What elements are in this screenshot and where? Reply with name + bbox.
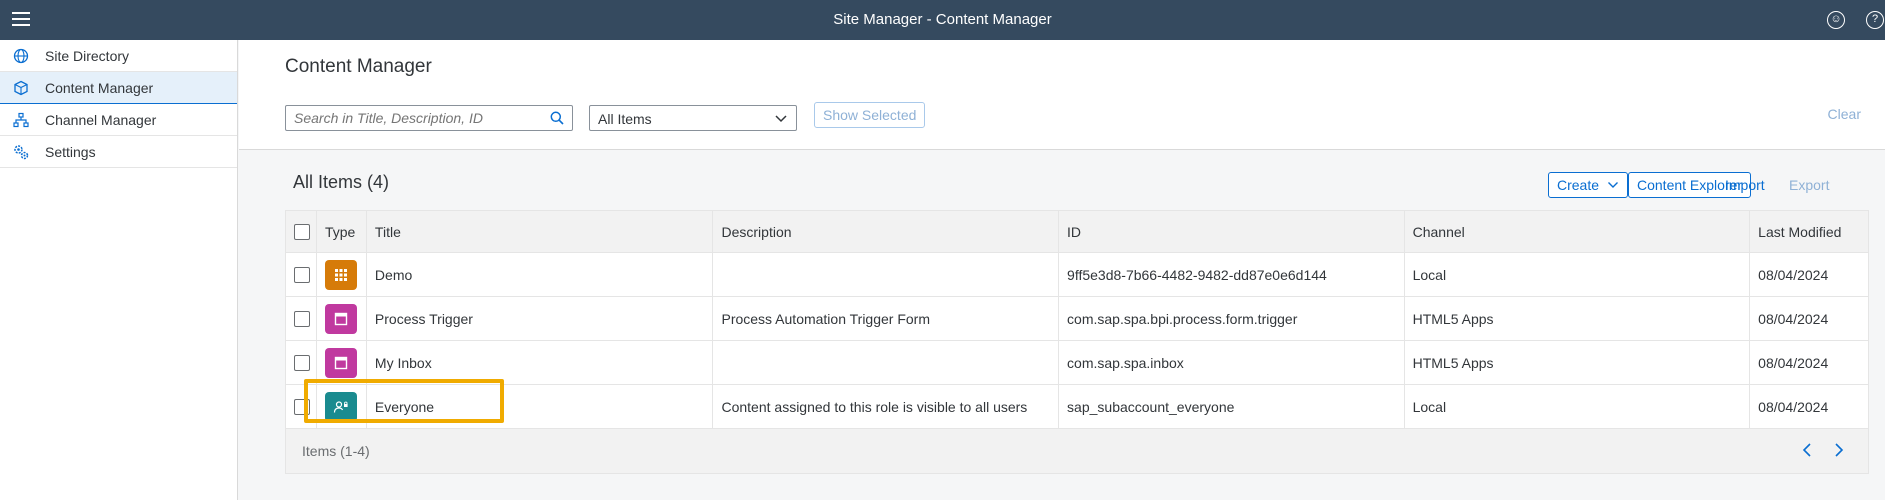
table-header-row: Type Title Description ID Channel Last M… [286, 211, 1868, 253]
row-last-modified: 08/04/2024 [1758, 266, 1829, 283]
app-grid-icon [324, 259, 357, 290]
export-button[interactable]: Export [1789, 177, 1829, 193]
row-id: com.sap.spa.inbox [1059, 341, 1405, 384]
column-header-description[interactable]: Description [713, 211, 1060, 252]
column-header-id[interactable]: ID [1059, 211, 1405, 252]
items-count: Items (1-4) [302, 443, 370, 459]
sidebar-item-channel-manager[interactable]: Channel Manager [0, 104, 237, 136]
role-icon [324, 391, 357, 422]
row-channel: HTML5 Apps [1405, 341, 1751, 384]
main-content: Content Manager All Items Show Selected … [239, 40, 1885, 500]
row-checkbox[interactable] [294, 398, 310, 415]
row-last-modified: 08/04/2024 [1758, 310, 1829, 327]
filter-header: Content Manager All Items Show Selected … [239, 40, 1885, 150]
row-channel: Local [1405, 385, 1751, 428]
row-id: 9ff5e3d8-7b66-4482-9482-dd87e0e6d144 [1059, 253, 1405, 296]
window-icon [324, 303, 357, 334]
table-footer: Items (1-4) [286, 429, 1868, 473]
import-button[interactable]: Import [1725, 177, 1765, 193]
row-title: Demo [367, 253, 714, 296]
items-table-panel: All Items (4) Create Content Explorer Im… [285, 164, 1869, 494]
column-header-last-modified[interactable]: Last Modified [1750, 211, 1868, 252]
row-checkbox[interactable] [294, 310, 310, 327]
row-title: My Inbox [367, 341, 714, 384]
side-navigation: Site Directory Content Manager Channel M… [0, 40, 238, 500]
table-row[interactable]: My Inbox com.sap.spa.inbox HTML5 Apps 08… [286, 341, 1868, 385]
chevron-left-icon[interactable] [1801, 442, 1813, 461]
column-header-type[interactable]: Type [317, 211, 367, 252]
create-label: Create [1557, 177, 1600, 193]
chevron-down-icon [774, 112, 788, 128]
help-icon[interactable]: ? [1866, 11, 1884, 29]
clear-button[interactable]: Clear [1828, 106, 1861, 122]
gears-icon [12, 143, 30, 161]
search-icon[interactable] [550, 111, 564, 130]
search-field[interactable] [285, 105, 573, 131]
select-value: All Items [598, 111, 652, 127]
table-row[interactable]: Process Trigger Process Automation Trigg… [286, 297, 1868, 341]
page-title: Content Manager [285, 56, 432, 77]
globe-icon [12, 47, 30, 65]
sidebar-item-settings[interactable]: Settings [0, 136, 237, 168]
column-header-channel[interactable]: Channel [1405, 211, 1751, 252]
table-row[interactable]: Everyone Content assigned to this role i… [286, 385, 1868, 429]
row-title: Everyone [367, 385, 714, 428]
row-id: com.sap.spa.bpi.process.form.trigger [1059, 297, 1405, 340]
row-last-modified: 08/04/2024 [1758, 354, 1829, 371]
create-button[interactable]: Create [1548, 172, 1628, 198]
row-channel: HTML5 Apps [1405, 297, 1751, 340]
row-id: sap_subaccount_everyone [1059, 385, 1405, 428]
row-last-modified: 08/04/2024 [1758, 398, 1829, 415]
search-input[interactable] [286, 106, 536, 130]
column-header-title[interactable]: Title [367, 211, 714, 252]
table-row[interactable]: Demo 9ff5e3d8-7b66-4482-9482-dd87e0e6d14… [286, 253, 1868, 297]
items-table: Type Title Description ID Channel Last M… [285, 210, 1869, 474]
row-title: Process Trigger [367, 297, 714, 340]
chevron-down-icon [1607, 182, 1618, 188]
row-description [713, 341, 1060, 384]
chevron-right-icon[interactable] [1833, 442, 1845, 461]
row-description [713, 253, 1060, 296]
sidebar-item-label: Site Directory [45, 47, 130, 64]
sidebar-item-site-directory[interactable]: Site Directory [0, 40, 237, 72]
item-filter-select[interactable]: All Items [589, 105, 797, 131]
window-icon [324, 347, 357, 378]
shell-bar: Site Manager - Content Manager ☺ ? [0, 0, 1885, 40]
table-title: All Items (4) [293, 172, 390, 192]
row-checkbox[interactable] [294, 266, 310, 283]
cube-icon [12, 79, 30, 97]
row-checkbox[interactable] [294, 354, 310, 371]
sidebar-item-content-manager[interactable]: Content Manager [0, 72, 237, 104]
sidebar-item-label: Settings [45, 143, 96, 160]
shell-title: Site Manager - Content Manager [833, 11, 1052, 28]
show-selected-button[interactable]: Show Selected [814, 102, 926, 128]
select-all-checkbox[interactable] [294, 223, 310, 240]
sidebar-item-label: Content Manager [45, 79, 154, 96]
row-description: Content assigned to this role is visible… [713, 385, 1060, 428]
row-description: Process Automation Trigger Form [713, 297, 1060, 340]
row-channel: Local [1405, 253, 1751, 296]
user-icon[interactable]: ☺ [1827, 11, 1845, 29]
hierarchy-icon [12, 111, 30, 129]
sidebar-item-label: Channel Manager [45, 111, 157, 128]
